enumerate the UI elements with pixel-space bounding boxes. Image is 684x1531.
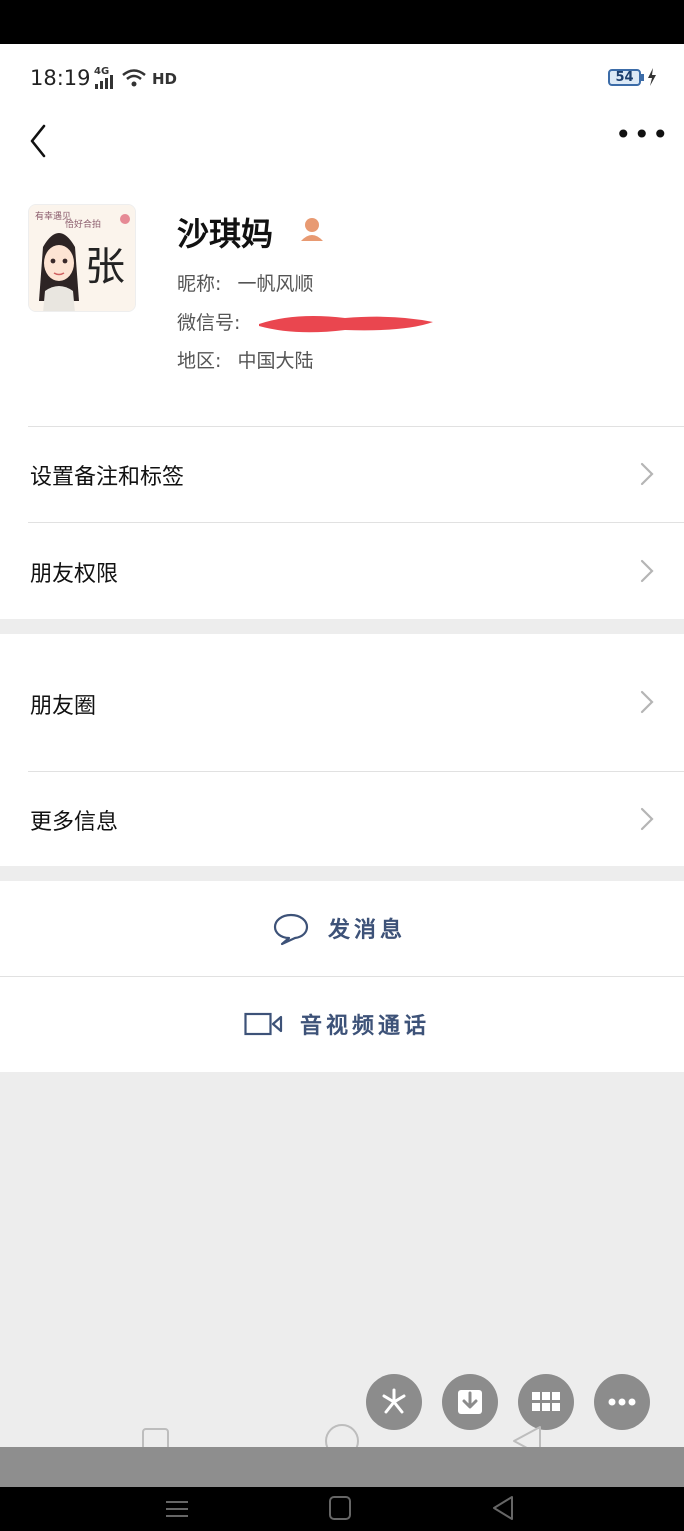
chat-bubble-icon	[273, 913, 309, 946]
set-remark-label: 设置备注和标签	[30, 465, 185, 490]
set-remark-row[interactable]: 设置备注和标签	[0, 427, 684, 522]
battery-icon: 54	[608, 69, 641, 86]
chevron-right-icon	[640, 690, 654, 714]
region-value: 中国大陆	[237, 350, 314, 372]
svg-text:张: 张	[85, 244, 125, 290]
more-icon[interactable]: •••	[615, 121, 669, 149]
more-button[interactable]	[594, 1374, 650, 1430]
send-message-button[interactable]: 发消息	[0, 881, 684, 976]
chevron-right-icon	[640, 462, 654, 486]
signal-icon	[95, 75, 113, 89]
wechat-id-label: 微信号:	[177, 312, 241, 334]
region-label: 地区:	[177, 350, 222, 372]
chevron-right-icon	[640, 807, 654, 831]
wechat-id-row: 微信号:	[177, 308, 240, 335]
region-row: 地区: 中国大陆	[177, 346, 313, 373]
chevron-left-icon[interactable]	[24, 122, 60, 162]
redaction-mark	[259, 316, 433, 333]
charging-icon	[648, 68, 656, 86]
video-camera-icon	[244, 1012, 283, 1036]
moments-row[interactable]: 朋友圈	[0, 634, 684, 771]
moments-label: 朋友圈	[30, 694, 97, 719]
video-call-button[interactable]: 音视频通话	[0, 977, 684, 1072]
nickname-label: 昵称:	[177, 273, 222, 295]
status-time: 18:19	[30, 66, 91, 90]
phone-screen: 18:19 4G HD 54 ••• 有幸遇见 恰好合拍 张 沙琪妈 昵称: 一…	[0, 44, 684, 1487]
profile-name: 沙琪妈	[177, 215, 274, 253]
person-icon	[301, 218, 323, 241]
nickname-row: 昵称: 一帆风顺	[177, 269, 313, 296]
hd-label: HD	[152, 70, 178, 88]
more-info-row[interactable]: 更多信息	[0, 772, 684, 866]
nav-bar	[0, 112, 684, 202]
chevron-right-icon	[640, 559, 654, 583]
wifi-icon	[122, 69, 146, 87]
back-triangle-icon[interactable]	[488, 1493, 518, 1523]
friend-permissions-label: 朋友权限	[30, 562, 119, 587]
system-bar-overlay	[0, 1447, 684, 1487]
system-navigation-bar	[0, 1487, 684, 1531]
battery-cap	[641, 74, 644, 81]
menu-icon[interactable]	[162, 1495, 192, 1523]
send-message-label: 发消息	[328, 918, 407, 943]
nickname-value: 一帆风顺	[237, 273, 314, 295]
more-icon	[608, 1398, 636, 1406]
video-call-label: 音视频通话	[300, 1014, 431, 1039]
friend-permissions-row[interactable]: 朋友权限	[0, 523, 684, 619]
more-info-label: 更多信息	[30, 810, 119, 835]
avatar[interactable]: 有幸遇见 恰好合拍 张	[28, 204, 136, 312]
avatar-illustration: 有幸遇见 恰好合拍 张	[29, 205, 135, 311]
svg-text:恰好合拍: 恰好合拍	[65, 218, 101, 230]
home-icon[interactable]	[326, 1493, 354, 1523]
status-bar: 18:19 4G HD 54	[0, 44, 684, 112]
